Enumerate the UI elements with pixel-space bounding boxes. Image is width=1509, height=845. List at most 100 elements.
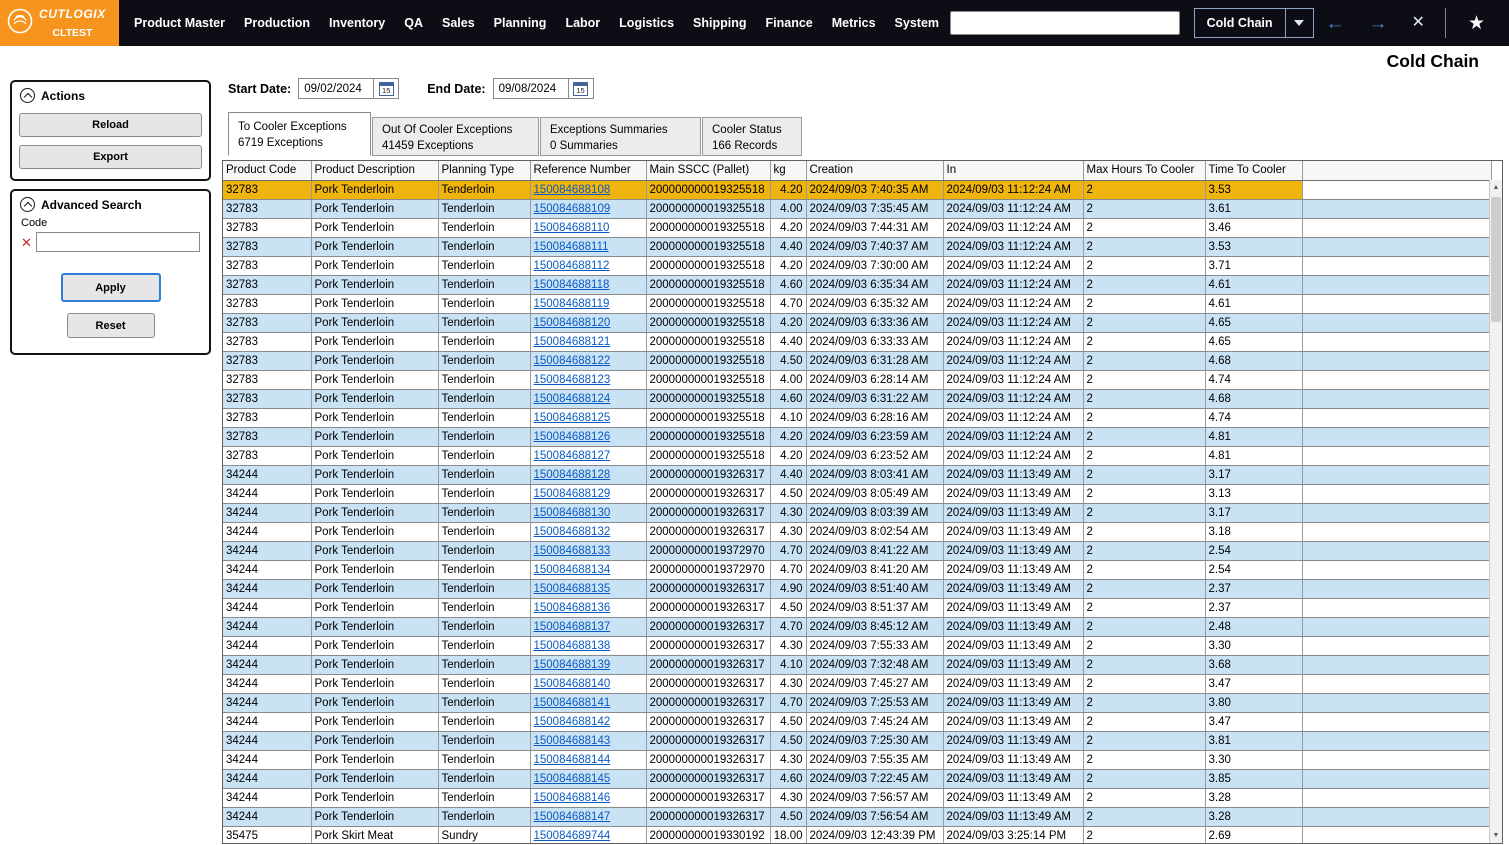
nav-item-system[interactable]: System	[895, 16, 939, 30]
end-date-input[interactable]	[494, 79, 568, 98]
reference-number-link[interactable]: 150084688119	[534, 298, 610, 310]
table-row[interactable]: 35475Pork Skirt MeatSundry15008468974420…	[223, 826, 1491, 844]
reference-number-link[interactable]: 150084688123	[534, 374, 611, 386]
nav-item-logistics[interactable]: Logistics	[619, 16, 674, 30]
reference-number-link[interactable]: 150084688133	[534, 545, 611, 557]
nav-item-shipping[interactable]: Shipping	[693, 16, 746, 30]
start-date-input[interactable]	[299, 79, 373, 98]
reference-number-link[interactable]: 150084688108	[534, 184, 611, 196]
table-row[interactable]: 34244Pork TenderloinTenderloin1500846881…	[223, 503, 1491, 522]
table-row[interactable]: 34244Pork TenderloinTenderloin1500846881…	[223, 598, 1491, 617]
table-row[interactable]: 34244Pork TenderloinTenderloin1500846881…	[223, 522, 1491, 541]
table-row[interactable]: 34244Pork TenderloinTenderloin1500846881…	[223, 579, 1491, 598]
nav-item-inventory[interactable]: Inventory	[329, 16, 385, 30]
tab-out-of-cooler-exceptions[interactable]: Out Of Cooler Exceptions 41459 Exception…	[372, 117, 539, 156]
close-icon[interactable]: ✕	[1412, 15, 1425, 31]
table-row[interactable]: 34244Pork TenderloinTenderloin1500846881…	[223, 484, 1491, 503]
reference-number-link[interactable]: 150084688121	[534, 336, 611, 348]
reload-button[interactable]: Reload	[19, 113, 202, 137]
column-header-creation[interactable]: Creation	[806, 161, 943, 180]
reference-number-link[interactable]: 150084688146	[534, 792, 611, 804]
reference-number-link[interactable]: 150084688132	[534, 526, 611, 538]
table-row[interactable]: 32783Pork TenderloinTenderloin1500846881…	[223, 446, 1491, 465]
reference-number-link[interactable]: 150084688124	[534, 393, 611, 405]
reference-number-link[interactable]: 150084688138	[534, 640, 611, 652]
table-row[interactable]: 32783Pork TenderloinTenderloin1500846881…	[223, 180, 1491, 199]
reference-number-link[interactable]: 150084688147	[534, 811, 611, 823]
reference-number-link[interactable]: 150084688143	[534, 735, 611, 747]
reference-number-link[interactable]: 150084688118	[534, 279, 610, 291]
scrollbar-thumb[interactable]	[1491, 197, 1501, 322]
reference-number-link[interactable]: 150084688126	[534, 431, 611, 443]
collapse-actions-icon[interactable]	[20, 88, 35, 103]
nav-item-product-master[interactable]: Product Master	[134, 16, 225, 30]
column-header-planning-type[interactable]: Planning Type	[438, 161, 530, 180]
column-header-reference-number[interactable]: Reference Number	[530, 161, 646, 180]
nav-item-labor[interactable]: Labor	[565, 16, 600, 30]
table-row[interactable]: 32783Pork TenderloinTenderloin1500846881…	[223, 199, 1491, 218]
export-button[interactable]: Export	[19, 145, 202, 169]
nav-item-metrics[interactable]: Metrics	[832, 16, 876, 30]
table-row[interactable]: 32783Pork TenderloinTenderloin1500846881…	[223, 237, 1491, 256]
reference-number-link[interactable]: 150084688109	[534, 203, 611, 215]
reference-number-link[interactable]: 150084688141	[534, 697, 611, 709]
reference-number-link[interactable]: 150084688112	[534, 260, 610, 272]
reference-number-link[interactable]: 150084688130	[534, 507, 611, 519]
nav-item-qa[interactable]: QA	[404, 16, 423, 30]
reference-number-link[interactable]: 150084688137	[534, 621, 611, 633]
table-row[interactable]: 34244Pork TenderloinTenderloin1500846881…	[223, 788, 1491, 807]
table-row[interactable]: 34244Pork TenderloinTenderloin1500846881…	[223, 560, 1491, 579]
tab-to-cooler-exceptions[interactable]: To Cooler Exceptions 6719 Exceptions	[228, 112, 371, 156]
reference-number-link[interactable]: 150084688122	[534, 355, 611, 367]
reference-number-link[interactable]: 150084688140	[534, 678, 611, 690]
table-row[interactable]: 32783Pork TenderloinTenderloin1500846881…	[223, 313, 1491, 332]
column-header-max-hours-to-cooler[interactable]: Max Hours To Cooler	[1083, 161, 1205, 180]
table-row[interactable]: 34244Pork TenderloinTenderloin1500846881…	[223, 712, 1491, 731]
nav-item-planning[interactable]: Planning	[494, 16, 547, 30]
table-row[interactable]: 34244Pork TenderloinTenderloin1500846881…	[223, 655, 1491, 674]
table-row[interactable]: 32783Pork TenderloinTenderloin1500846881…	[223, 332, 1491, 351]
table-row[interactable]: 34244Pork TenderloinTenderloin1500846881…	[223, 769, 1491, 788]
table-row[interactable]: 32783Pork TenderloinTenderloin1500846881…	[223, 218, 1491, 237]
column-header-time-to-cooler[interactable]: Time To Cooler	[1205, 161, 1302, 180]
table-row[interactable]: 32783Pork TenderloinTenderloin1500846881…	[223, 351, 1491, 370]
table-row[interactable]: 32783Pork TenderloinTenderloin1500846881…	[223, 256, 1491, 275]
column-header-product-code[interactable]: Product Code	[223, 161, 311, 180]
reference-number-link[interactable]: 150084688128	[534, 469, 611, 481]
nav-item-production[interactable]: Production	[244, 16, 310, 30]
table-row[interactable]: 34244Pork TenderloinTenderloin1500846881…	[223, 636, 1491, 655]
scroll-up-icon[interactable]: ▲	[1490, 180, 1502, 195]
nav-item-sales[interactable]: Sales	[442, 16, 475, 30]
reference-number-link[interactable]: 150084688125	[534, 412, 611, 424]
column-header-kg[interactable]: kg	[770, 161, 806, 180]
reference-number-link[interactable]: 150084688135	[534, 583, 611, 595]
tab-exceptions-summaries[interactable]: Exceptions Summaries 0 Summaries	[540, 117, 701, 156]
table-row[interactable]: 34244Pork TenderloinTenderloin1500846881…	[223, 731, 1491, 750]
reference-number-link[interactable]: 150084688111	[534, 241, 609, 253]
table-row[interactable]: 34244Pork TenderloinTenderloin1500846881…	[223, 750, 1491, 769]
reference-number-link[interactable]: 150084688139	[534, 659, 611, 671]
table-row[interactable]: 34244Pork TenderloinTenderloin1500846881…	[223, 693, 1491, 712]
table-row[interactable]: 34244Pork TenderloinTenderloin1500846881…	[223, 541, 1491, 560]
reference-number-link[interactable]: 150084688136	[534, 602, 611, 614]
chevron-down-icon[interactable]	[1285, 9, 1313, 37]
reset-button[interactable]: Reset	[67, 313, 155, 338]
table-row[interactable]: 32783Pork TenderloinTenderloin1500846881…	[223, 427, 1491, 446]
tab-cooler-status[interactable]: Cooler Status 166 Records	[702, 117, 802, 156]
forward-icon[interactable]: →	[1369, 14, 1388, 33]
brand-logo[interactable]: CUTLOGIX CLTEST	[0, 0, 119, 46]
table-row[interactable]: 34244Pork TenderloinTenderloin1500846881…	[223, 465, 1491, 484]
clear-code-icon[interactable]: ✕	[21, 236, 32, 249]
vertical-scrollbar[interactable]: ▲ ▼	[1489, 180, 1502, 843]
back-icon[interactable]: ←	[1326, 14, 1345, 33]
table-row[interactable]: 34244Pork TenderloinTenderloin1500846881…	[223, 807, 1491, 826]
table-row[interactable]: 32783Pork TenderloinTenderloin1500846881…	[223, 275, 1491, 294]
reference-number-link[interactable]: 150084688110	[534, 222, 610, 234]
end-date-calendar-icon[interactable]: 15	[568, 79, 593, 98]
apply-button[interactable]: Apply	[61, 273, 161, 302]
favorite-star-icon[interactable]: ★	[1468, 12, 1485, 35]
column-header-main-sscc-pallet[interactable]: Main SSCC (Pallet)	[646, 161, 770, 180]
global-search-input[interactable]	[950, 11, 1180, 35]
start-date-calendar-icon[interactable]: 15	[373, 79, 398, 98]
module-dropdown[interactable]: Cold Chain	[1194, 8, 1314, 38]
